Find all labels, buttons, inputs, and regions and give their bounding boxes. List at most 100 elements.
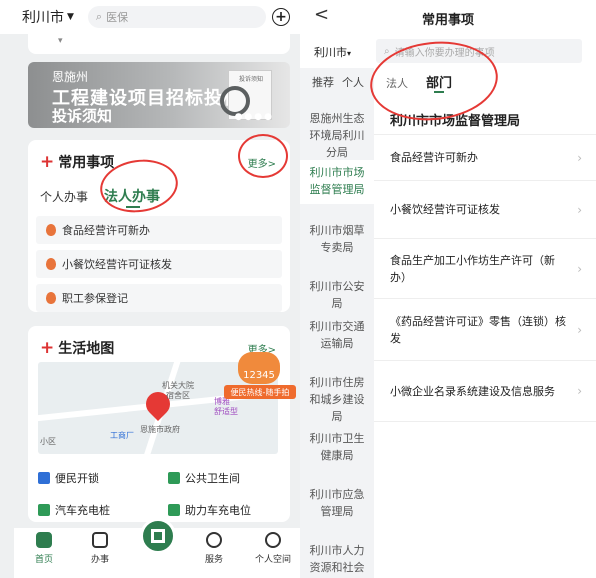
sidebar-item-active[interactable]: 利川市市场监督管理局	[300, 160, 374, 204]
flame-icon	[46, 224, 56, 236]
sidebar-item[interactable]: 利川市交通运输局	[300, 318, 374, 362]
matter-label: 食品经营许可新办	[390, 151, 478, 164]
sidebar-item[interactable]: 利川市住房和城乡建设局	[300, 374, 374, 423]
bottom-nav: 首页 办事 服务 个人空间	[14, 518, 300, 578]
search-input[interactable]: ⌕ 医保	[87, 6, 266, 28]
map-label: 小区	[40, 437, 56, 446]
search-placeholder: 请输入你要办理的事项	[394, 47, 495, 59]
flame-icon	[46, 258, 56, 270]
matter-label: 小餐饮经营许可证核发	[390, 203, 500, 216]
matter-label: 食品生产加工小作坊生产许可（新办）	[390, 253, 555, 284]
back-icon[interactable]: <	[314, 4, 329, 25]
service-row: 便民开锁 公共卫生间	[38, 470, 278, 486]
qr-code-icon	[151, 529, 165, 543]
nav-label: 办事	[90, 555, 109, 565]
service-label: 汽车充电桩	[55, 504, 110, 517]
service-label: 助力车充电位	[185, 504, 251, 517]
tab-personal[interactable]: 个人	[342, 74, 364, 90]
search-icon: ⌕	[384, 45, 390, 57]
document-icon	[92, 532, 108, 548]
banner-subtitle: 投诉须知	[52, 107, 113, 125]
list-item[interactable]: 小餐饮经营许可证核发 ›	[374, 180, 596, 238]
service-label: 公共卫生间	[185, 472, 240, 485]
hotline-label: 便民热线-随手拍	[224, 385, 296, 399]
matter-tabs: 法人 部门	[386, 72, 452, 93]
search-input[interactable]: ⌕ 请输入你要办理的事项	[376, 39, 582, 63]
banner-carousel[interactable]: 恩施州 工程建设项目招标投标 投诉须知 投诉须知 ●●●●	[28, 62, 290, 128]
cross-icon: +	[40, 152, 55, 172]
city-selector[interactable]: 利川市▾	[314, 44, 351, 60]
service-label: 便民开锁	[55, 472, 99, 485]
sidebar-item[interactable]: 恩施州生态环境局利川分局	[300, 110, 374, 159]
chevron-right-icon: ›	[577, 202, 582, 217]
city-label: 利川市	[314, 46, 347, 59]
service-item[interactable]: 汽车充电桩	[38, 502, 110, 518]
caret-down-icon: ▾	[347, 49, 352, 58]
nav-personal-space[interactable]: 个人空间	[248, 532, 298, 565]
nav-label: 首页	[34, 555, 53, 565]
chevron-right-icon: ›	[577, 384, 582, 398]
tab-personal[interactable]: 个人办事	[40, 188, 88, 205]
sidebar-item[interactable]: 利川市公安局	[300, 278, 374, 310]
nav-service[interactable]: 服务	[194, 532, 234, 565]
service-item[interactable]: 公共卫生间	[168, 470, 278, 486]
chevron-right-icon: ›	[577, 261, 582, 276]
tab-corporate[interactable]: 法人	[386, 75, 408, 91]
nav-affairs[interactable]: 办事	[80, 532, 120, 565]
chevron-right-icon: ›	[577, 150, 582, 165]
header: < 常用事项	[300, 0, 596, 34]
add-icon[interactable]: +	[272, 8, 290, 26]
hotline-float-button[interactable]: 12345 便民热线-随手拍	[224, 352, 296, 402]
list-item[interactable]: 小餐饮经营许可证核发	[36, 250, 282, 278]
more-link[interactable]: 更多>	[248, 155, 276, 170]
service-item[interactable]: 助力车充电位	[168, 502, 278, 518]
home-screen: 利川市 ▼ ⌕ 医保 + ▾ 恩施州 工程建设项目招标投标 投诉须知 投诉须知 …	[0, 0, 300, 578]
city-label: 利川市	[22, 10, 64, 26]
city-selector[interactable]: 利川市 ▼	[22, 7, 74, 27]
common-items-list: 食品经营许可新办 小餐饮经营许可证核发 职工参保登记	[36, 216, 282, 318]
search-placeholder: 医保	[106, 11, 129, 24]
qr-code-button[interactable]	[140, 518, 176, 554]
matter-label: 《药品经营许可证》零售（连锁）核发	[390, 314, 566, 345]
service-icon	[206, 532, 222, 548]
tab-department[interactable]: 部门	[426, 72, 452, 93]
map-label: 宿舍区	[166, 391, 190, 400]
nav-label: 个人空间	[254, 555, 291, 565]
list-item[interactable]: 职工参保登记	[36, 284, 282, 312]
search-icon: ⌕	[95, 10, 103, 23]
home-icon	[36, 532, 52, 548]
doc-caption: 投诉须知	[239, 76, 264, 83]
service-item[interactable]: 便民开锁	[38, 470, 99, 486]
banner-tag: 恩施州	[52, 70, 89, 84]
sidebar-item[interactable]: 利川市卫生健康局	[300, 430, 374, 474]
cross-icon: +	[40, 338, 55, 358]
flame-icon	[46, 292, 56, 304]
common-items-card: + 常用事项 更多> 个人办事 法人办事 食品经营许可新办 小餐饮经营许可证核发…	[28, 140, 290, 312]
nav-label: 服务	[204, 555, 223, 565]
car-charger-icon	[38, 504, 50, 516]
list-item[interactable]: 小微企业名录系统建设及信息服务 ›	[374, 360, 596, 422]
tab-recommended[interactable]: 推荐	[312, 74, 334, 90]
carousel-dots[interactable]: ●●●●	[235, 112, 274, 122]
sidebar-item[interactable]: 利川市应急管理局	[300, 486, 374, 530]
common-items-screen: < 常用事项 利川市▾ ⌕ 请输入你要办理的事项 推荐 个人 恩施州生态环境局利…	[300, 0, 596, 578]
list-item[interactable]: 食品经营许可新办	[36, 216, 282, 244]
sidebar-tabs: 推荐 个人	[312, 74, 364, 90]
list-item[interactable]: 《药品经营许可证》零售（连锁）核发 ›	[374, 298, 596, 360]
item-label: 职工参保登记	[62, 292, 128, 305]
map-label: 工商厂	[110, 431, 134, 440]
doc-icon: ▾	[58, 36, 63, 46]
matter-list: 食品经营许可新办 › 小餐饮经营许可证核发 › 食品生产加工小作坊生产许可（新办） ›…	[374, 134, 596, 422]
card-top-remnant: ▾	[28, 34, 290, 54]
caret-down-icon: ▼	[67, 12, 74, 22]
sidebar-item[interactable]: 利川市人力资源和社会保障局	[300, 542, 374, 578]
matter-label: 小微企业名录系统建设及信息服务	[390, 384, 555, 398]
nav-home[interactable]: 首页	[24, 532, 64, 565]
common-title: 常用事项	[58, 155, 115, 171]
map-label: 恩施市政府	[140, 425, 180, 434]
section-title: + 生活地图	[40, 338, 114, 358]
sidebar-item[interactable]: 利川市烟草专卖局	[300, 222, 374, 266]
list-item[interactable]: 食品生产加工小作坊生产许可（新办） ›	[374, 238, 596, 298]
list-item[interactable]: 食品经营许可新办 ›	[374, 134, 596, 180]
tab-corporate[interactable]: 法人办事	[104, 186, 160, 208]
